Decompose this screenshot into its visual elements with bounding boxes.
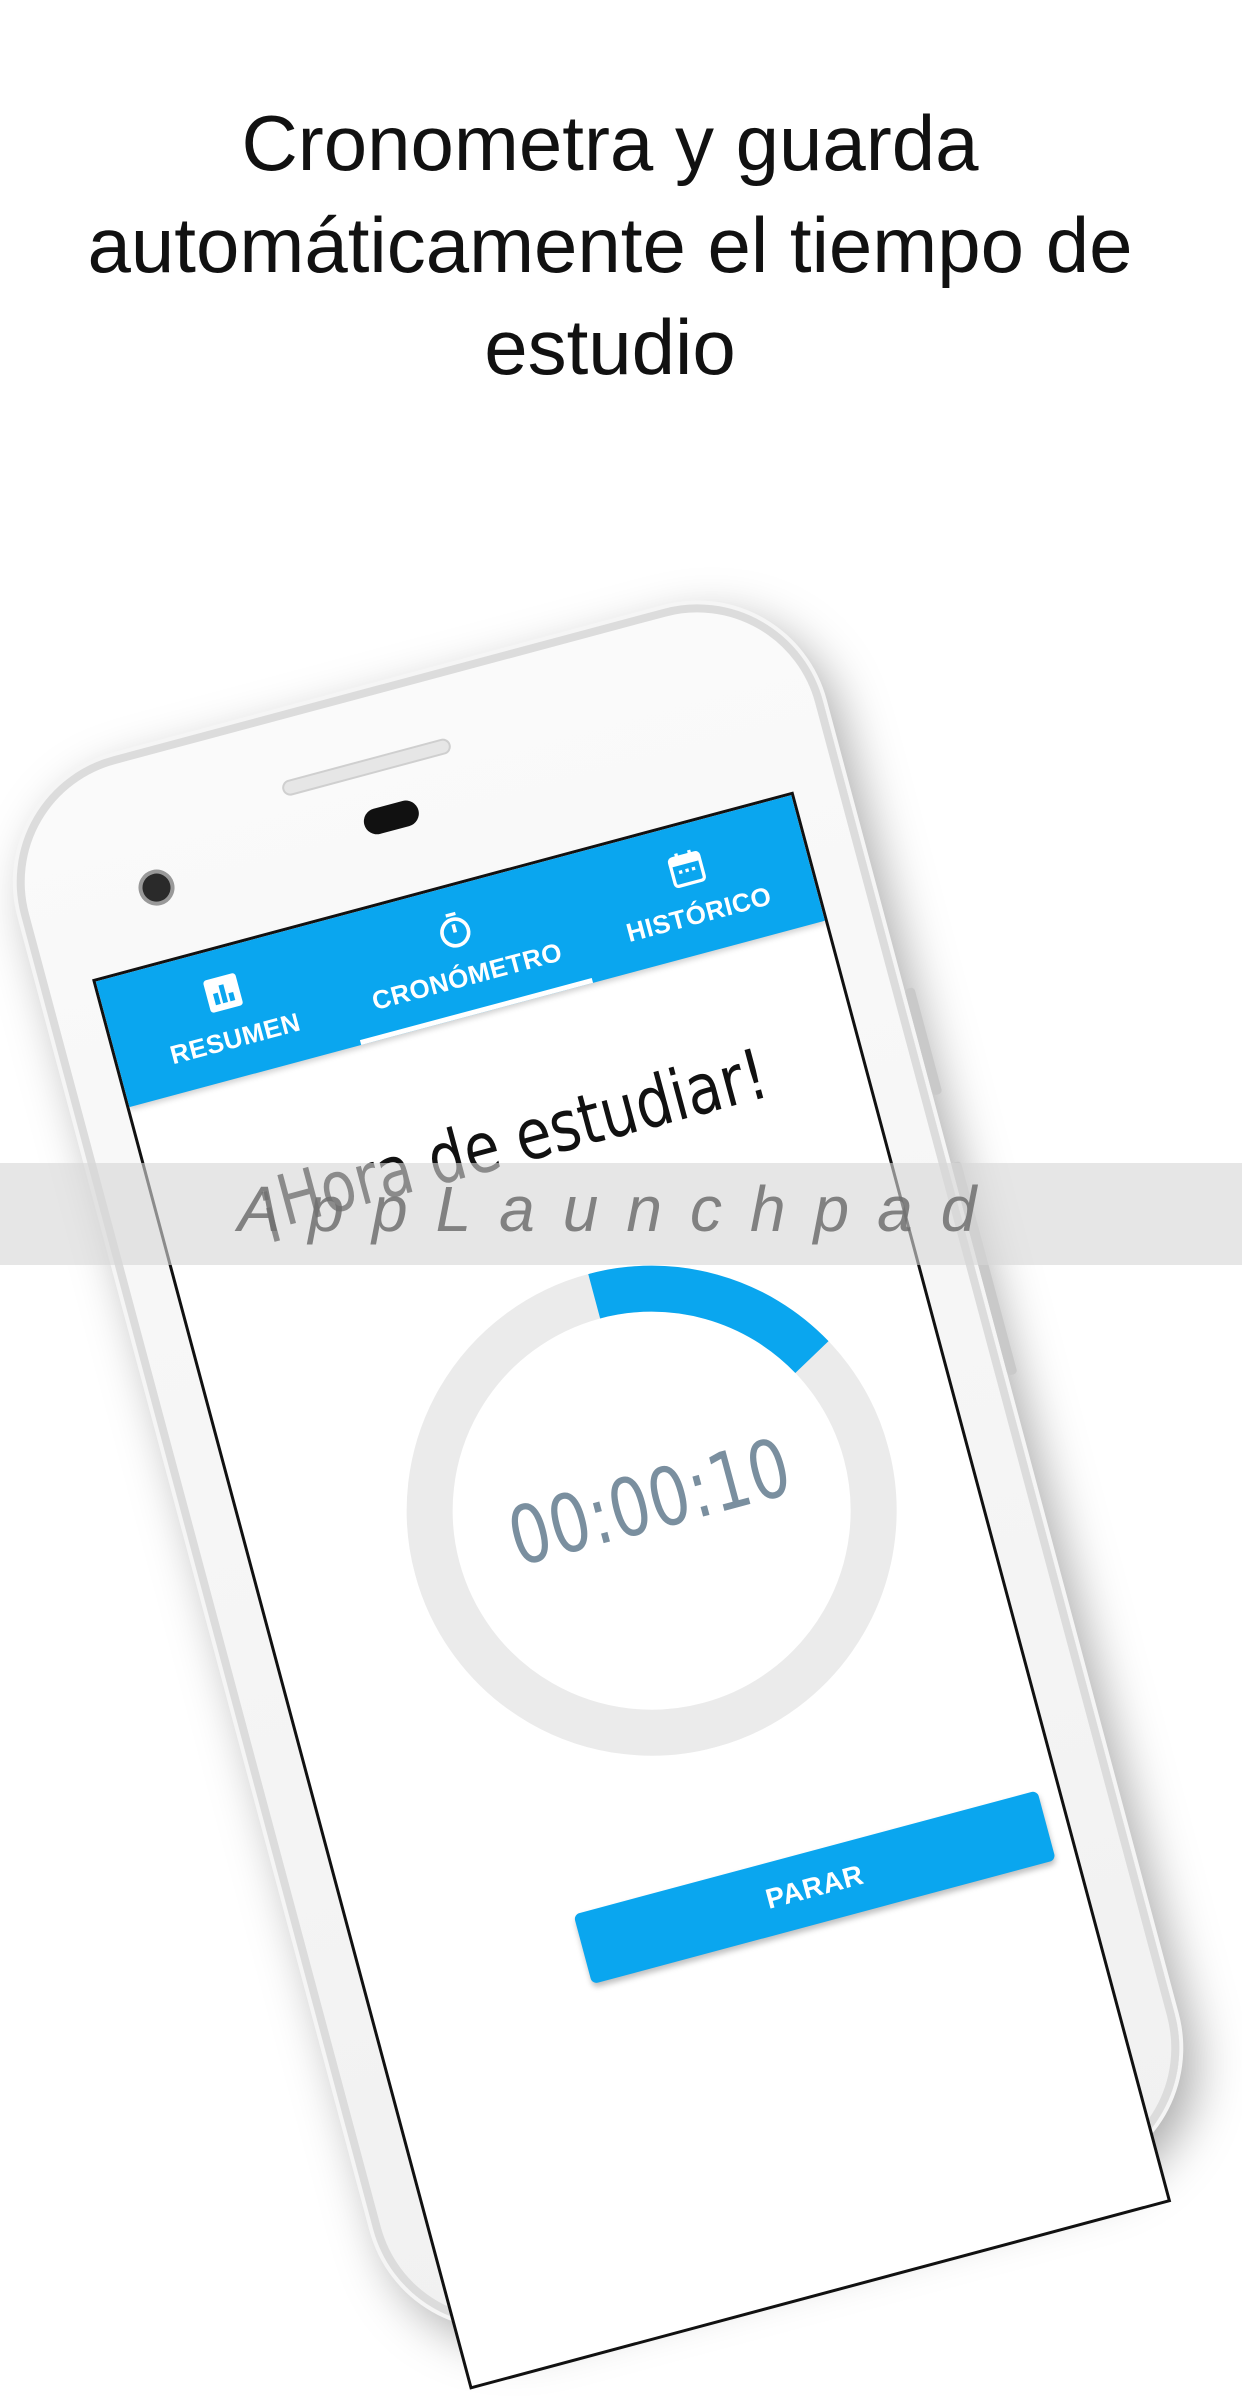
calendar-icon xyxy=(667,849,706,888)
tab-label: RESUMEN xyxy=(166,1006,304,1070)
stop-button[interactable]: PARAR xyxy=(573,1790,1056,1985)
stopwatch-icon xyxy=(440,911,471,948)
tab-label: HISTÓRICO xyxy=(622,879,775,948)
watermark: AppLaunchpad xyxy=(237,1173,1005,1245)
bar-chart-icon xyxy=(203,972,243,1013)
headline: Cronometra y guarda automáticamente el t… xyxy=(87,99,1133,391)
tab-label: CRONÓMETRO xyxy=(368,935,566,1016)
phone-mockup: RESUMEN CRONÓMETRO HISTÓRICO ¡Hora de es… xyxy=(0,575,1209,2390)
